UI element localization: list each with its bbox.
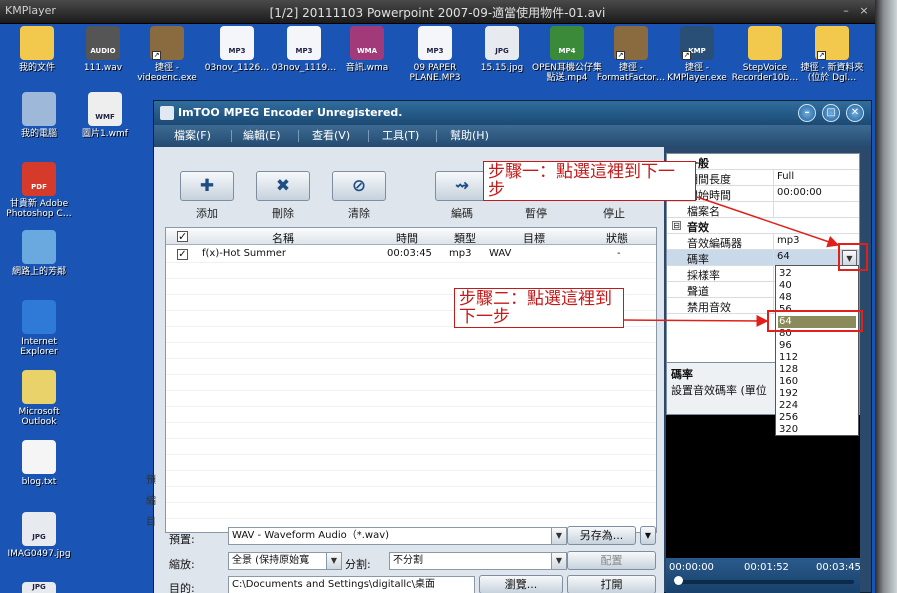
step2-arrow [623,314,769,327]
annotation-arrows [623,196,840,327]
step1-arrow [696,196,840,248]
